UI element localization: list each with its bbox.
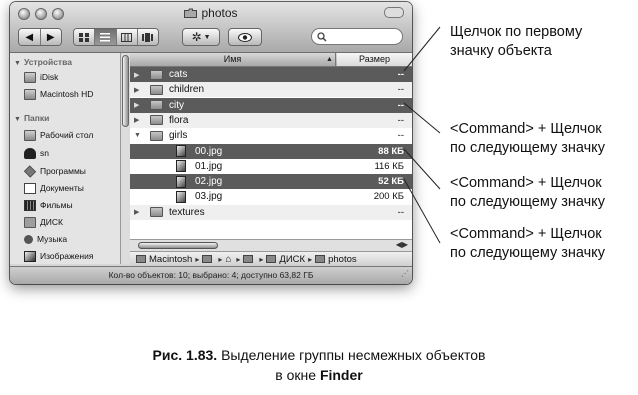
callout-command-click-1: <Command> + Щелчок по следующему значку xyxy=(450,121,605,156)
callout-line xyxy=(403,26,441,72)
callout-line xyxy=(403,178,441,244)
callout-line xyxy=(403,148,441,190)
callout-command-click-2: <Command> + Щелчок по следующему значку xyxy=(450,175,605,210)
callout-line xyxy=(403,102,441,134)
caption-app-name: Finder xyxy=(319,367,363,383)
figure-caption: Рис. 1.83. Выделение группы несмежных об… xyxy=(0,346,638,365)
caption-text: Выделение группы несмежных объектов xyxy=(217,347,486,363)
figure-caption-line-2: в окне Finder xyxy=(0,366,638,385)
figure-number: Рис. 1.83. xyxy=(152,347,218,363)
caption-text: в окне xyxy=(275,367,320,383)
callout-command-click-3: <Command> + Щелчок по следующему значку xyxy=(450,226,605,261)
callout-first-click: Щелчок по первому значку объекта xyxy=(450,24,583,59)
